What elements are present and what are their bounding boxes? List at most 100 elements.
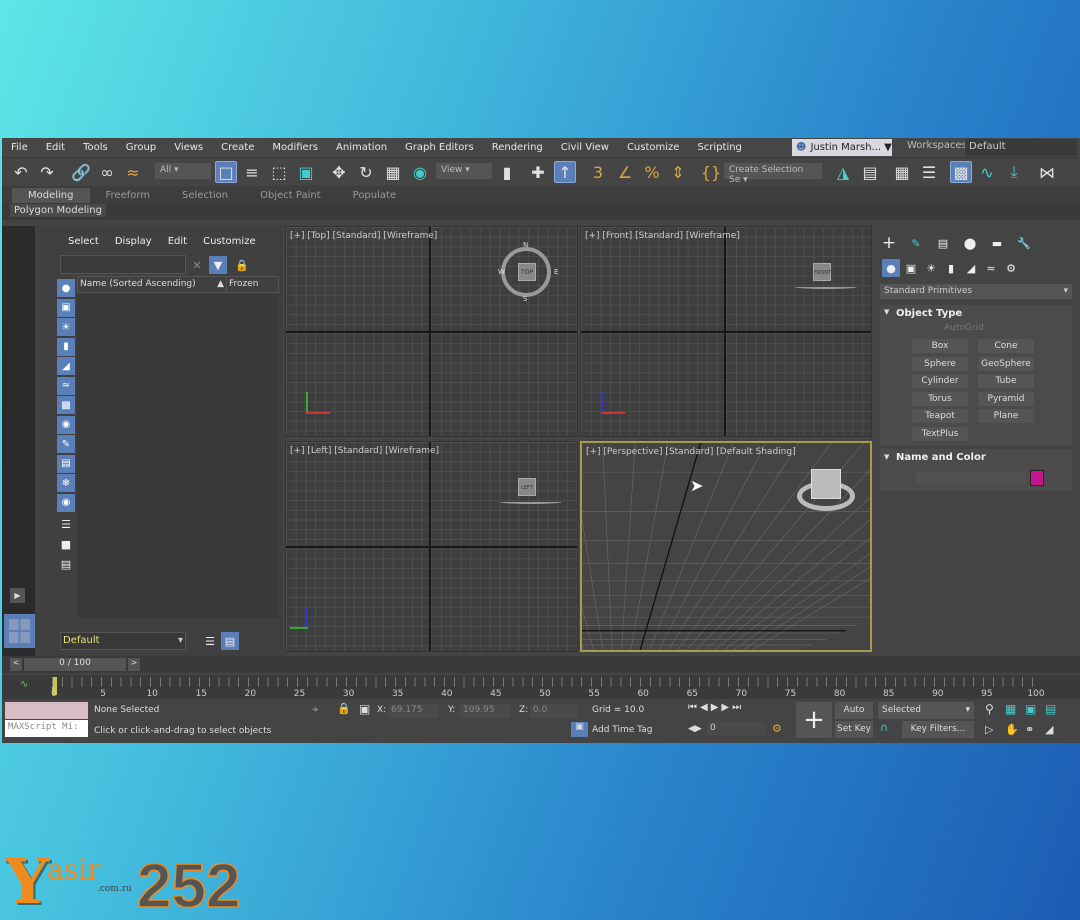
pivot-point-icon[interactable]: ▮ bbox=[496, 161, 518, 183]
lights-icon[interactable]: ☀ bbox=[922, 259, 940, 277]
scene-search-input[interactable] bbox=[60, 255, 186, 274]
menu-graph-editors[interactable]: Graph Editors bbox=[396, 142, 483, 153]
scale-icon[interactable]: ▦ bbox=[382, 161, 404, 183]
next-frame-icon[interactable]: > bbox=[128, 658, 140, 671]
primitive-teapot-button[interactable]: Teapot bbox=[912, 409, 968, 423]
menu-scripting[interactable]: Scripting bbox=[688, 142, 750, 153]
polygon-modeling-panel[interactable]: Polygon Modeling bbox=[10, 204, 106, 217]
pan-view-icon[interactable]: ✋ bbox=[1005, 723, 1019, 736]
expand-arrow-icon[interactable]: ▶ bbox=[10, 588, 25, 603]
geometry-icon[interactable]: ● bbox=[882, 259, 900, 277]
viewport-front[interactable]: [+] [Front] [Standard] [Wireframe] FRONT bbox=[580, 226, 872, 437]
select-by-name-icon[interactable]: ≡ bbox=[241, 161, 263, 183]
primitive-textplus-button[interactable]: TextPlus bbox=[912, 426, 968, 441]
track-bar[interactable]: ∿ 0 5 10 15 20 25 30 35 40 45 50 55 60 65 70 75 80 85 90 95… bbox=[2, 675, 1080, 699]
playback-controls[interactable]: ⏮◀▶▶⏭ bbox=[688, 702, 744, 713]
zoom-icon[interactable]: ⚲ bbox=[985, 702, 994, 716]
default-in-out-tangents-icon[interactable]: ∩ bbox=[880, 721, 888, 734]
isolate-selection-icon[interactable]: ⌖ bbox=[312, 702, 319, 717]
layer-explorer-icon[interactable]: ☰ bbox=[918, 161, 940, 183]
menu-customize[interactable]: Customize bbox=[618, 142, 689, 153]
align-icon[interactable]: ▤ bbox=[859, 161, 881, 183]
auto-key-button[interactable]: Auto Key bbox=[835, 702, 873, 732]
x-coordinate-input[interactable]: 69.175 bbox=[388, 704, 438, 718]
viewport-label[interactable]: [+] [Perspective] [Standard] [Default Sh… bbox=[586, 447, 796, 457]
menu-animation[interactable]: Animation bbox=[327, 142, 396, 153]
curve-editor-mini-icon[interactable]: ∿ bbox=[20, 679, 28, 690]
menu-tools[interactable]: Tools bbox=[74, 142, 117, 153]
window-crossing-icon[interactable]: ▣ bbox=[295, 161, 317, 183]
unlink-icon[interactable]: ∞ bbox=[96, 161, 118, 183]
viewport-top[interactable]: [+] [Top] [Standard] [Wireframe] TOP N S… bbox=[285, 226, 578, 437]
primitive-box-button[interactable]: Box bbox=[912, 339, 968, 353]
ribbon-tab-modeling[interactable]: Modeling bbox=[12, 188, 90, 203]
utilities-tab-icon[interactable]: 🔧 bbox=[1015, 234, 1033, 252]
absolute-mode-icon[interactable]: ▣ bbox=[359, 702, 370, 716]
time-configuration-icon[interactable]: ⚙ bbox=[772, 722, 782, 735]
viewport-left[interactable]: [+] [Left] [Standard] [Wireframe] LEFT bbox=[285, 441, 578, 652]
viewcube[interactable]: FRONT bbox=[813, 263, 831, 281]
zoom-extents-all-icon[interactable]: ▤ bbox=[1045, 702, 1056, 716]
key-mode-dropdown[interactable]: Selected ▾ bbox=[878, 702, 974, 719]
viewport-layouts-icon[interactable] bbox=[4, 614, 35, 648]
field-of-view-icon[interactable]: ▷ bbox=[985, 723, 993, 736]
menu-views[interactable]: Views bbox=[165, 142, 212, 153]
filter-frozen-icon[interactable]: ❄ bbox=[57, 474, 75, 492]
current-frame-spinner[interactable]: 0 bbox=[707, 722, 765, 736]
redo-icon[interactable]: ↷ bbox=[36, 161, 58, 183]
object-color-swatch[interactable] bbox=[1030, 470, 1044, 486]
filter-cameras-icon[interactable]: ▮ bbox=[57, 337, 75, 356]
rollout-title[interactable]: Object Type bbox=[896, 308, 962, 319]
scene-menu-edit[interactable]: Edit bbox=[168, 236, 187, 247]
filter-icon[interactable]: ▼ bbox=[209, 256, 227, 274]
rollout-title[interactable]: Name and Color bbox=[896, 452, 986, 463]
primitive-pyramid-button[interactable]: Pyramid bbox=[978, 391, 1034, 406]
modify-tab-icon[interactable]: ✎ bbox=[907, 234, 925, 252]
helpers-icon[interactable]: ◢ bbox=[962, 259, 980, 277]
viewcube[interactable]: LEFT bbox=[518, 478, 536, 496]
named-selection-sets-dropdown[interactable]: Create Selection Se ▾ bbox=[724, 163, 822, 185]
primitive-torus-button[interactable]: Torus bbox=[912, 391, 968, 406]
scene-object-list[interactable] bbox=[77, 293, 279, 618]
viewport-label[interactable]: [+] [Top] [Standard] [Wireframe] bbox=[290, 231, 437, 241]
filter-geometry-icon[interactable]: ● bbox=[57, 279, 75, 297]
display-all-icon[interactable]: ☰ bbox=[57, 515, 75, 533]
viewport-perspective[interactable]: [+] [Perspective] [Standard] [Default Sh… bbox=[580, 441, 872, 652]
display-tab-icon[interactable]: ▬ bbox=[988, 234, 1006, 252]
viewcube[interactable] bbox=[811, 469, 841, 499]
spinner-snap-icon[interactable]: ⇕ bbox=[667, 161, 689, 183]
angle-snap-icon[interactable]: ∠ bbox=[614, 161, 636, 183]
rotate-icon[interactable]: ↻ bbox=[355, 161, 377, 183]
primitive-plane-button[interactable]: Plane bbox=[978, 409, 1034, 423]
placement-icon[interactable]: ◉ bbox=[409, 161, 431, 183]
move-icon[interactable]: ✥ bbox=[328, 161, 350, 183]
cameras-icon[interactable]: ▮ bbox=[942, 259, 960, 277]
scene-menu-display[interactable]: Display bbox=[115, 236, 152, 247]
undo-icon[interactable]: ↶ bbox=[10, 161, 32, 183]
create-tab-icon[interactable]: + bbox=[880, 233, 898, 253]
primitive-cone-button[interactable]: Cone bbox=[978, 339, 1034, 353]
clear-search-icon[interactable]: ✕ bbox=[188, 256, 206, 274]
add-time-tag-button[interactable]: Add Time Tag bbox=[592, 725, 652, 735]
user-account-button[interactable]: ☻ Justin Marsh... ▼ bbox=[792, 139, 892, 156]
link-icon[interactable]: 🔗 bbox=[70, 161, 92, 183]
percent-snap-icon[interactable]: % bbox=[641, 161, 663, 183]
maxscript-listener[interactable] bbox=[5, 702, 88, 719]
ribbon-tab-selection[interactable]: Selection bbox=[166, 188, 244, 203]
ribbon-tab-freeform[interactable]: Freeform bbox=[90, 188, 167, 203]
scene-explorer-toggle-icon[interactable]: ▦ bbox=[891, 161, 913, 183]
primitive-tube-button[interactable]: Tube bbox=[978, 374, 1034, 388]
menu-create[interactable]: Create bbox=[212, 142, 263, 153]
zoom-all-icon[interactable]: ▦ bbox=[1005, 702, 1016, 716]
primitive-geosphere-button[interactable]: GeoSphere bbox=[978, 356, 1034, 371]
frozen-column-header[interactable]: Frozen bbox=[226, 277, 278, 292]
filter-shapes-icon[interactable]: ▣ bbox=[57, 298, 75, 317]
selection-filter-dropdown[interactable]: All ▾ bbox=[155, 163, 211, 179]
menu-file[interactable]: File bbox=[2, 142, 37, 153]
space-warps-icon[interactable]: ≈ bbox=[982, 259, 1000, 277]
motion-tab-icon[interactable]: ⬤ bbox=[961, 234, 979, 252]
workspaces-dropdown[interactable]: Default bbox=[965, 139, 1077, 156]
filter-xrefs-icon[interactable]: ◉ bbox=[57, 415, 75, 434]
ribbon-toggle-icon[interactable]: ▩ bbox=[950, 161, 972, 183]
maximize-viewport-icon[interactable]: ◢ bbox=[1045, 723, 1053, 736]
